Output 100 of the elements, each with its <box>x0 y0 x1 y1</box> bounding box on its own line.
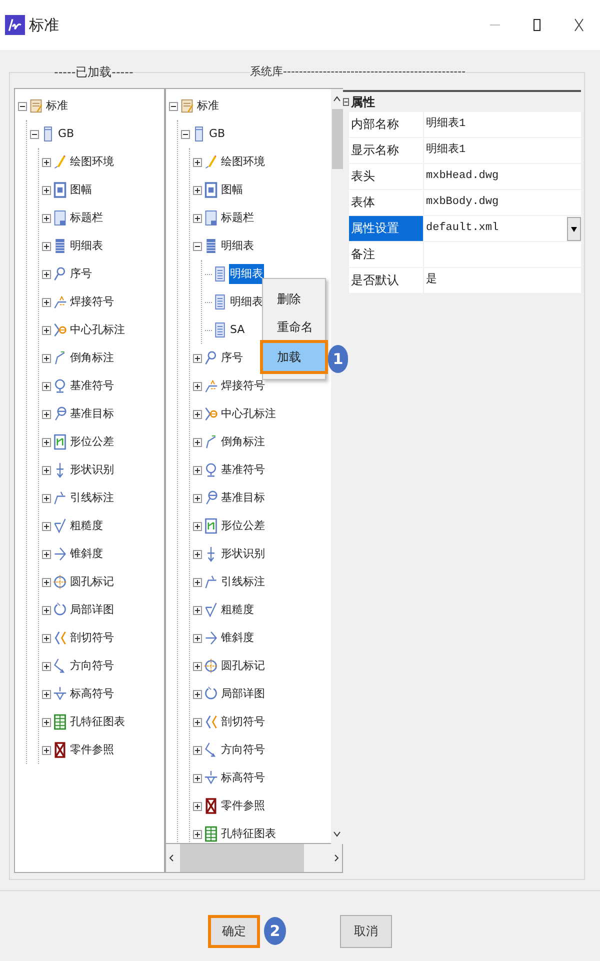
expand-icon[interactable] <box>193 494 202 502</box>
horizontal-scrollbar[interactable] <box>165 844 343 873</box>
expand-icon[interactable] <box>42 186 51 194</box>
expand-icon[interactable] <box>42 494 51 502</box>
expand-icon[interactable] <box>193 382 202 390</box>
expand-icon[interactable] <box>42 382 51 390</box>
tree-item[interactable]: 孔特征图表 <box>69 712 126 732</box>
expand-icon[interactable] <box>42 522 51 530</box>
tree-item[interactable]: 圆孔标记 <box>220 656 266 676</box>
tree-item[interactable]: 明细表 <box>69 236 104 256</box>
tree-item[interactable]: 圆孔标记 <box>69 572 115 592</box>
expand-icon[interactable] <box>193 354 202 362</box>
tree-item[interactable]: 粗糙度 <box>69 516 104 536</box>
property-name[interactable]: 表头 <box>349 164 424 189</box>
expand-icon[interactable] <box>193 214 202 222</box>
tree-item[interactable]: 方向符号 <box>69 656 115 676</box>
expand-icon[interactable] <box>193 550 202 558</box>
property-name[interactable]: 内部名称 <box>349 112 424 137</box>
tree-item[interactable]: 绘图环境 <box>220 152 266 172</box>
menu-item[interactable]: 加载 <box>263 343 325 371</box>
expand-icon[interactable] <box>193 718 202 726</box>
property-name[interactable]: 属性设置 <box>349 216 424 241</box>
expand-icon[interactable] <box>42 634 51 642</box>
collapse-icon[interactable] <box>30 130 39 138</box>
tree-item[interactable]: 锥斜度 <box>69 544 104 564</box>
tree-item[interactable]: 标准 <box>45 96 69 116</box>
tree-item[interactable]: 明细表 <box>229 264 264 284</box>
expand-icon[interactable] <box>42 214 51 222</box>
scroll-thumb[interactable] <box>332 109 342 169</box>
tree-item[interactable]: GB <box>57 124 76 144</box>
tree-item[interactable]: 方向符号 <box>220 740 266 760</box>
tree-item[interactable]: 明细表 <box>220 236 255 256</box>
expand-icon[interactable] <box>42 578 51 586</box>
property-name[interactable]: 是否默认 <box>349 268 424 293</box>
menu-item[interactable]: 重命名 <box>263 313 325 341</box>
collapse-icon[interactable] <box>169 102 178 110</box>
expand-icon[interactable] <box>42 606 51 614</box>
expand-icon[interactable] <box>193 410 202 418</box>
expand-icon[interactable] <box>193 466 202 474</box>
tree-item[interactable]: 形位公差 <box>69 432 115 452</box>
expand-icon[interactable] <box>193 634 202 642</box>
tree-item[interactable]: 基准目标 <box>69 404 115 424</box>
tree-item[interactable]: 剖切符号 <box>220 712 266 732</box>
collapse-icon[interactable] <box>343 98 349 106</box>
tree-item[interactable]: 序号 <box>69 264 93 284</box>
tree-item[interactable]: 零件参照 <box>220 796 266 816</box>
tree-item[interactable]: 引线标注 <box>69 488 115 508</box>
collapse-icon[interactable] <box>181 130 190 138</box>
expand-icon[interactable] <box>193 438 202 446</box>
tree-item[interactable]: 基准目标 <box>220 488 266 508</box>
tree-item[interactable]: 明细表 <box>229 292 264 312</box>
tree-item[interactable]: 标题栏 <box>69 208 104 228</box>
tree-item[interactable]: 孔特征图表 <box>220 824 277 843</box>
expand-icon[interactable] <box>193 522 202 530</box>
tree-item[interactable]: 标高符号 <box>220 768 266 788</box>
expand-icon[interactable] <box>193 158 202 166</box>
expand-icon[interactable] <box>42 270 51 278</box>
tree-item[interactable]: 引线标注 <box>220 572 266 592</box>
tree-item[interactable]: 局部详图 <box>220 684 266 704</box>
expand-icon[interactable] <box>42 326 51 334</box>
tree-item[interactable]: 局部详图 <box>69 600 115 620</box>
tree-item[interactable]: 标题栏 <box>220 208 255 228</box>
tree-item[interactable]: 标准 <box>196 96 220 116</box>
expand-icon[interactable] <box>193 802 202 810</box>
expand-icon[interactable] <box>42 718 51 726</box>
tree-item[interactable]: 焊接符号 <box>220 376 266 396</box>
collapse-icon[interactable] <box>193 242 202 250</box>
tree-item[interactable]: GB <box>208 124 226 144</box>
close-icon[interactable] <box>572 18 586 32</box>
expand-icon[interactable] <box>42 354 51 362</box>
tree-item[interactable]: 零件参照 <box>69 740 115 760</box>
tree-item[interactable]: SA <box>229 320 246 340</box>
tree-item[interactable]: 基准符号 <box>69 376 115 396</box>
expand-icon[interactable] <box>42 410 51 418</box>
expand-icon[interactable] <box>193 746 202 754</box>
expand-icon[interactable] <box>42 242 51 250</box>
ok-button[interactable]: 确定 <box>208 915 260 948</box>
tree-item[interactable]: 形状识别 <box>69 460 115 480</box>
cancel-button[interactable]: 取消 <box>340 915 392 948</box>
tree-item[interactable]: 中心孔标注 <box>220 404 277 424</box>
expand-icon[interactable] <box>42 158 51 166</box>
tree-item[interactable]: 锥斜度 <box>220 628 255 648</box>
expand-icon[interactable] <box>42 746 51 754</box>
expand-icon[interactable] <box>42 438 51 446</box>
tree-item[interactable]: 剖切符号 <box>69 628 115 648</box>
dropdown-arrow-icon[interactable] <box>570 224 578 232</box>
expand-icon[interactable] <box>42 662 51 670</box>
collapse-icon[interactable] <box>18 102 27 110</box>
expand-icon[interactable] <box>42 550 51 558</box>
expand-icon[interactable] <box>193 578 202 586</box>
tree-item[interactable]: 序号 <box>220 348 244 368</box>
tree-item[interactable]: 图幅 <box>220 180 244 200</box>
tree-item[interactable]: 形状识别 <box>220 544 266 564</box>
tree-item[interactable]: 焊接符号 <box>69 292 115 312</box>
tree-item[interactable]: 基准符号 <box>220 460 266 480</box>
tree-item[interactable]: 倒角标注 <box>220 432 266 452</box>
scroll-thumb[interactable] <box>180 844 304 872</box>
tree-item[interactable]: 粗糙度 <box>220 600 255 620</box>
tree-item[interactable]: 形位公差 <box>220 516 266 536</box>
tree-item[interactable]: 图幅 <box>69 180 93 200</box>
